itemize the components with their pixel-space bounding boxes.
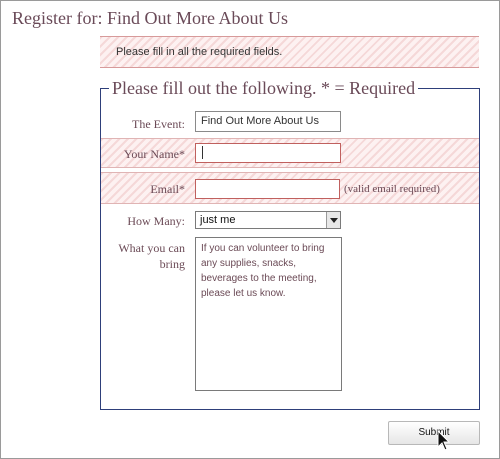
event-field[interactable]: Find Out More About Us [195,111,341,132]
text-cursor [202,146,203,159]
email-hint: (valid email required) [344,183,440,195]
bring-text-line: If you can volunteer to bring [201,243,325,254]
how-many-selected: just me [200,214,236,226]
how-many-select[interactable]: just me [195,211,341,229]
mouse-pointer-icon [437,430,451,451]
bring-label-line1: What you can [118,241,185,255]
how-many-label: How Many: [127,214,185,228]
bring-label-line2: bring [159,257,185,271]
bring-text-line: please let us know. [201,288,286,299]
bring-text-line: any supplies, snacks, [201,258,297,269]
submit-button[interactable]: Submit [388,421,480,445]
email-field[interactable] [195,179,340,199]
dropdown-arrow-icon[interactable] [326,212,340,228]
email-label: Email* [150,182,185,196]
name-field[interactable] [195,143,341,163]
error-message-box: Please fill in all the required fields. [100,36,479,68]
page-title: Register for: Find Out More About Us [12,8,288,28]
fieldset-legend: Please fill out the following. * = Requi… [109,78,419,99]
bring-text-line: beverages to the meeting, [201,273,317,284]
bring-textarea[interactable]: If you can volunteer to bring any suppli… [195,237,342,391]
event-label: The Event: [132,117,185,131]
name-label: Your Name* [123,147,185,161]
error-message: Please fill in all the required fields. [116,46,283,58]
